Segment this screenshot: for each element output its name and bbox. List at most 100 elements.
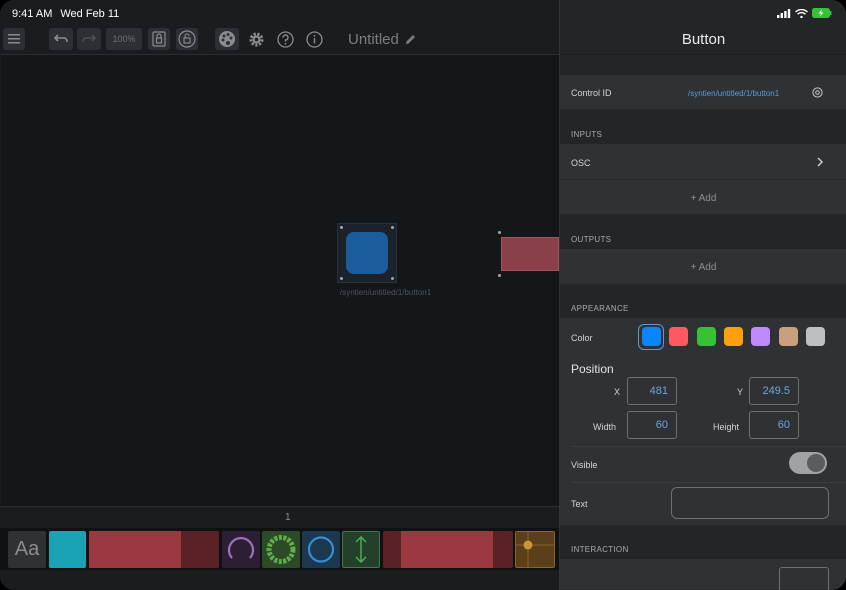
y-field[interactable]: 249.5 (749, 377, 799, 405)
info-button[interactable] (303, 28, 325, 50)
encoder-icon (307, 536, 335, 563)
lock-button[interactable] (148, 28, 170, 50)
control-id-label: Control ID (571, 88, 612, 98)
gear-icon (249, 32, 263, 46)
wifi-icon (795, 8, 808, 18)
zoom-level[interactable]: 100% (106, 28, 142, 50)
document-title-text: Untitled (348, 31, 399, 48)
knob-icon (227, 536, 255, 559)
palette-text-widget[interactable]: Aa (8, 531, 46, 568)
width-label: Width (593, 422, 617, 432)
palette-encoder-widget[interactable] (302, 531, 340, 568)
crosshair-icon (516, 532, 554, 567)
red-widget[interactable] (501, 237, 559, 271)
radial-icon (266, 535, 296, 564)
appearance-section-header: APPEARANCE (571, 304, 629, 313)
editor-area: 9:41 AM Wed Feb 11 100% Untitled /syntie… (0, 0, 559, 590)
width-field[interactable]: 60 (627, 411, 677, 439)
unlock-circle-icon (178, 30, 196, 48)
x-label: X (614, 387, 621, 397)
selected-button-widget[interactable] (337, 223, 397, 283)
height-field[interactable]: 60 (749, 411, 799, 439)
hamburger-icon (8, 34, 20, 44)
text-field[interactable] (671, 487, 829, 519)
palette-radial-widget[interactable] (262, 531, 300, 568)
resize-handle[interactable] (340, 277, 343, 280)
help-button[interactable] (274, 28, 296, 50)
device-frame: 9:41 AM Wed Feb 11 100% Untitled /syntie… (0, 0, 846, 590)
divider (571, 482, 846, 483)
widget-palette: Aa (0, 528, 559, 570)
color-swatch[interactable] (751, 327, 771, 346)
add-input-button[interactable]: + Add (560, 193, 846, 204)
height-label: Height (713, 422, 740, 432)
menu-button[interactable] (3, 28, 25, 50)
palette-xy-pad-widget[interactable] (515, 531, 555, 568)
color-swatch[interactable] (669, 327, 689, 346)
lock-icon (152, 31, 166, 47)
control-id-value: /syntien/untitled/1/button1 (688, 89, 780, 98)
resize-handle[interactable] (391, 277, 394, 280)
document-title[interactable]: Untitled (348, 31, 416, 48)
button-widget-face[interactable] (346, 232, 388, 274)
inputs-section-header: INPUTS (571, 130, 603, 139)
unlock-button[interactable] (176, 28, 198, 50)
resize-handle[interactable] (340, 226, 343, 229)
cellular-signal-icon (777, 8, 791, 18)
color-swatch[interactable] (723, 327, 743, 346)
redo-button[interactable] (77, 28, 101, 50)
undo-button[interactable] (49, 28, 73, 50)
toggle-knob (807, 454, 825, 472)
interaction-row[interactable] (560, 559, 846, 590)
color-swatch[interactable] (642, 327, 661, 346)
palette-button-widget[interactable] (49, 531, 86, 568)
question-circle-icon (276, 30, 294, 48)
resize-handle[interactable] (391, 226, 394, 229)
settings-button[interactable] (245, 28, 267, 50)
color-swatch[interactable] (805, 327, 825, 346)
palette-icon (219, 31, 235, 47)
y-label: Y (737, 387, 744, 397)
divider (560, 54, 846, 55)
undo-icon (54, 34, 68, 43)
page-number[interactable]: 1 (285, 512, 291, 523)
battery-charging-icon (812, 8, 832, 18)
position-label: Position (571, 362, 614, 376)
color-swatch[interactable] (778, 327, 798, 346)
toolbar: 100% (0, 24, 559, 54)
status-date: Wed Feb 11 (60, 8, 120, 20)
visible-label: Visible (571, 460, 598, 470)
info-circle-icon (305, 30, 323, 48)
color-label: Color (571, 333, 593, 343)
divider (571, 446, 846, 447)
text-label: Text (571, 499, 588, 509)
resize-handle[interactable] (498, 274, 501, 277)
outputs-section-header: OUTPUTS (571, 235, 612, 244)
interaction-section-header: INTERACTION (571, 545, 629, 554)
visible-toggle[interactable] (789, 452, 827, 474)
osc-label: OSC (571, 158, 591, 168)
redo-icon (82, 34, 96, 43)
panel-title: Button (681, 31, 726, 48)
color-swatch[interactable] (696, 327, 716, 346)
palette-knob-widget[interactable] (222, 531, 260, 568)
control-id-row[interactable]: Control ID /syntien/untitled/1/button1 (560, 75, 846, 110)
chevron-right-icon (817, 157, 824, 167)
interaction-field[interactable] (779, 567, 829, 590)
resize-handle[interactable] (498, 231, 501, 234)
pencil-icon (405, 35, 415, 44)
add-output-row[interactable]: + Add (560, 249, 846, 285)
add-output-button[interactable]: + Add (560, 262, 846, 273)
status-bar: 9:41 AM Wed Feb 11 (12, 8, 119, 20)
widget-path-label: /syntien/untitled/1/button1 (340, 288, 432, 297)
x-field[interactable]: 481 (627, 377, 677, 405)
osc-input-row[interactable]: OSC (560, 144, 846, 180)
inspector-panel: Button Control ID /syntien/untitled/1/bu… (559, 0, 846, 590)
palette-fader-widget[interactable] (383, 531, 513, 568)
palette-xy-arrows-widget[interactable] (342, 531, 380, 568)
design-canvas[interactable]: /syntien/untitled/1/button1 (1, 54, 559, 506)
palette-fader-widget[interactable] (89, 531, 219, 568)
at-sign-icon[interactable] (812, 87, 823, 98)
add-input-row[interactable]: + Add (560, 180, 846, 215)
palette-button[interactable] (215, 28, 239, 50)
